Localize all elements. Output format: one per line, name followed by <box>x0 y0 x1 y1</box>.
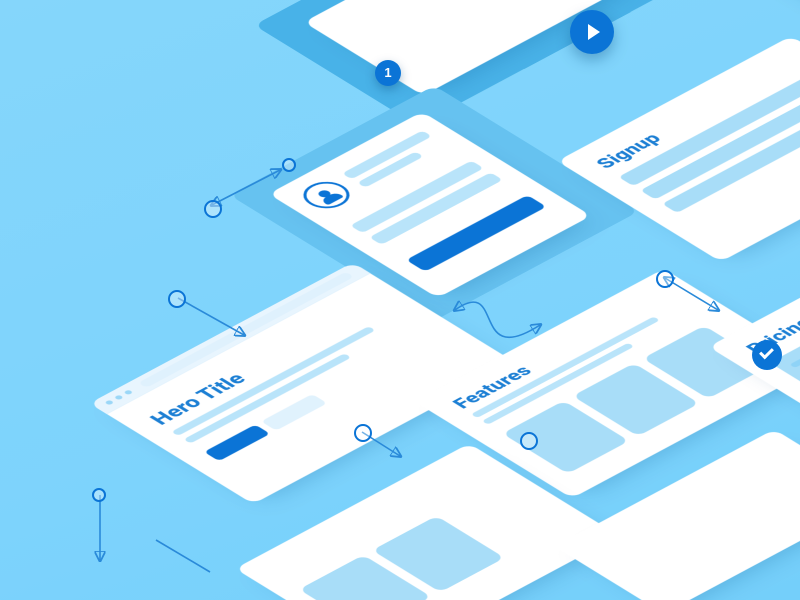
placeholder-line <box>184 353 352 443</box>
feature-tile <box>502 401 629 474</box>
feature-tile <box>299 555 432 600</box>
card-features[interactable]: Features <box>415 269 800 498</box>
placeholder-line <box>471 316 660 418</box>
secondary-button[interactable] <box>261 394 327 431</box>
user-icon <box>294 176 359 213</box>
placeholder-line <box>171 326 375 436</box>
isometric-canvas: Hero Title Signup Features Pricing <box>0 0 800 600</box>
url-bar <box>138 272 354 388</box>
card-signup[interactable]: Signup <box>557 36 800 262</box>
card-edge-bottom-b <box>555 429 800 600</box>
traffic-lights <box>104 390 133 406</box>
browser-chrome <box>89 263 370 415</box>
feature-tile <box>572 363 699 436</box>
hero-title: Hero Title <box>145 370 251 428</box>
sitemap-diagram: Hero Title Signup Features Pricing <box>0 0 800 600</box>
pricing-title: Pricing <box>741 314 800 356</box>
card-edge-right <box>712 0 800 16</box>
cta-button[interactable] <box>204 425 270 462</box>
feature-tile <box>372 516 505 592</box>
card-user[interactable] <box>268 112 591 298</box>
placeholder-line <box>482 343 634 425</box>
feature-tile <box>643 326 770 399</box>
